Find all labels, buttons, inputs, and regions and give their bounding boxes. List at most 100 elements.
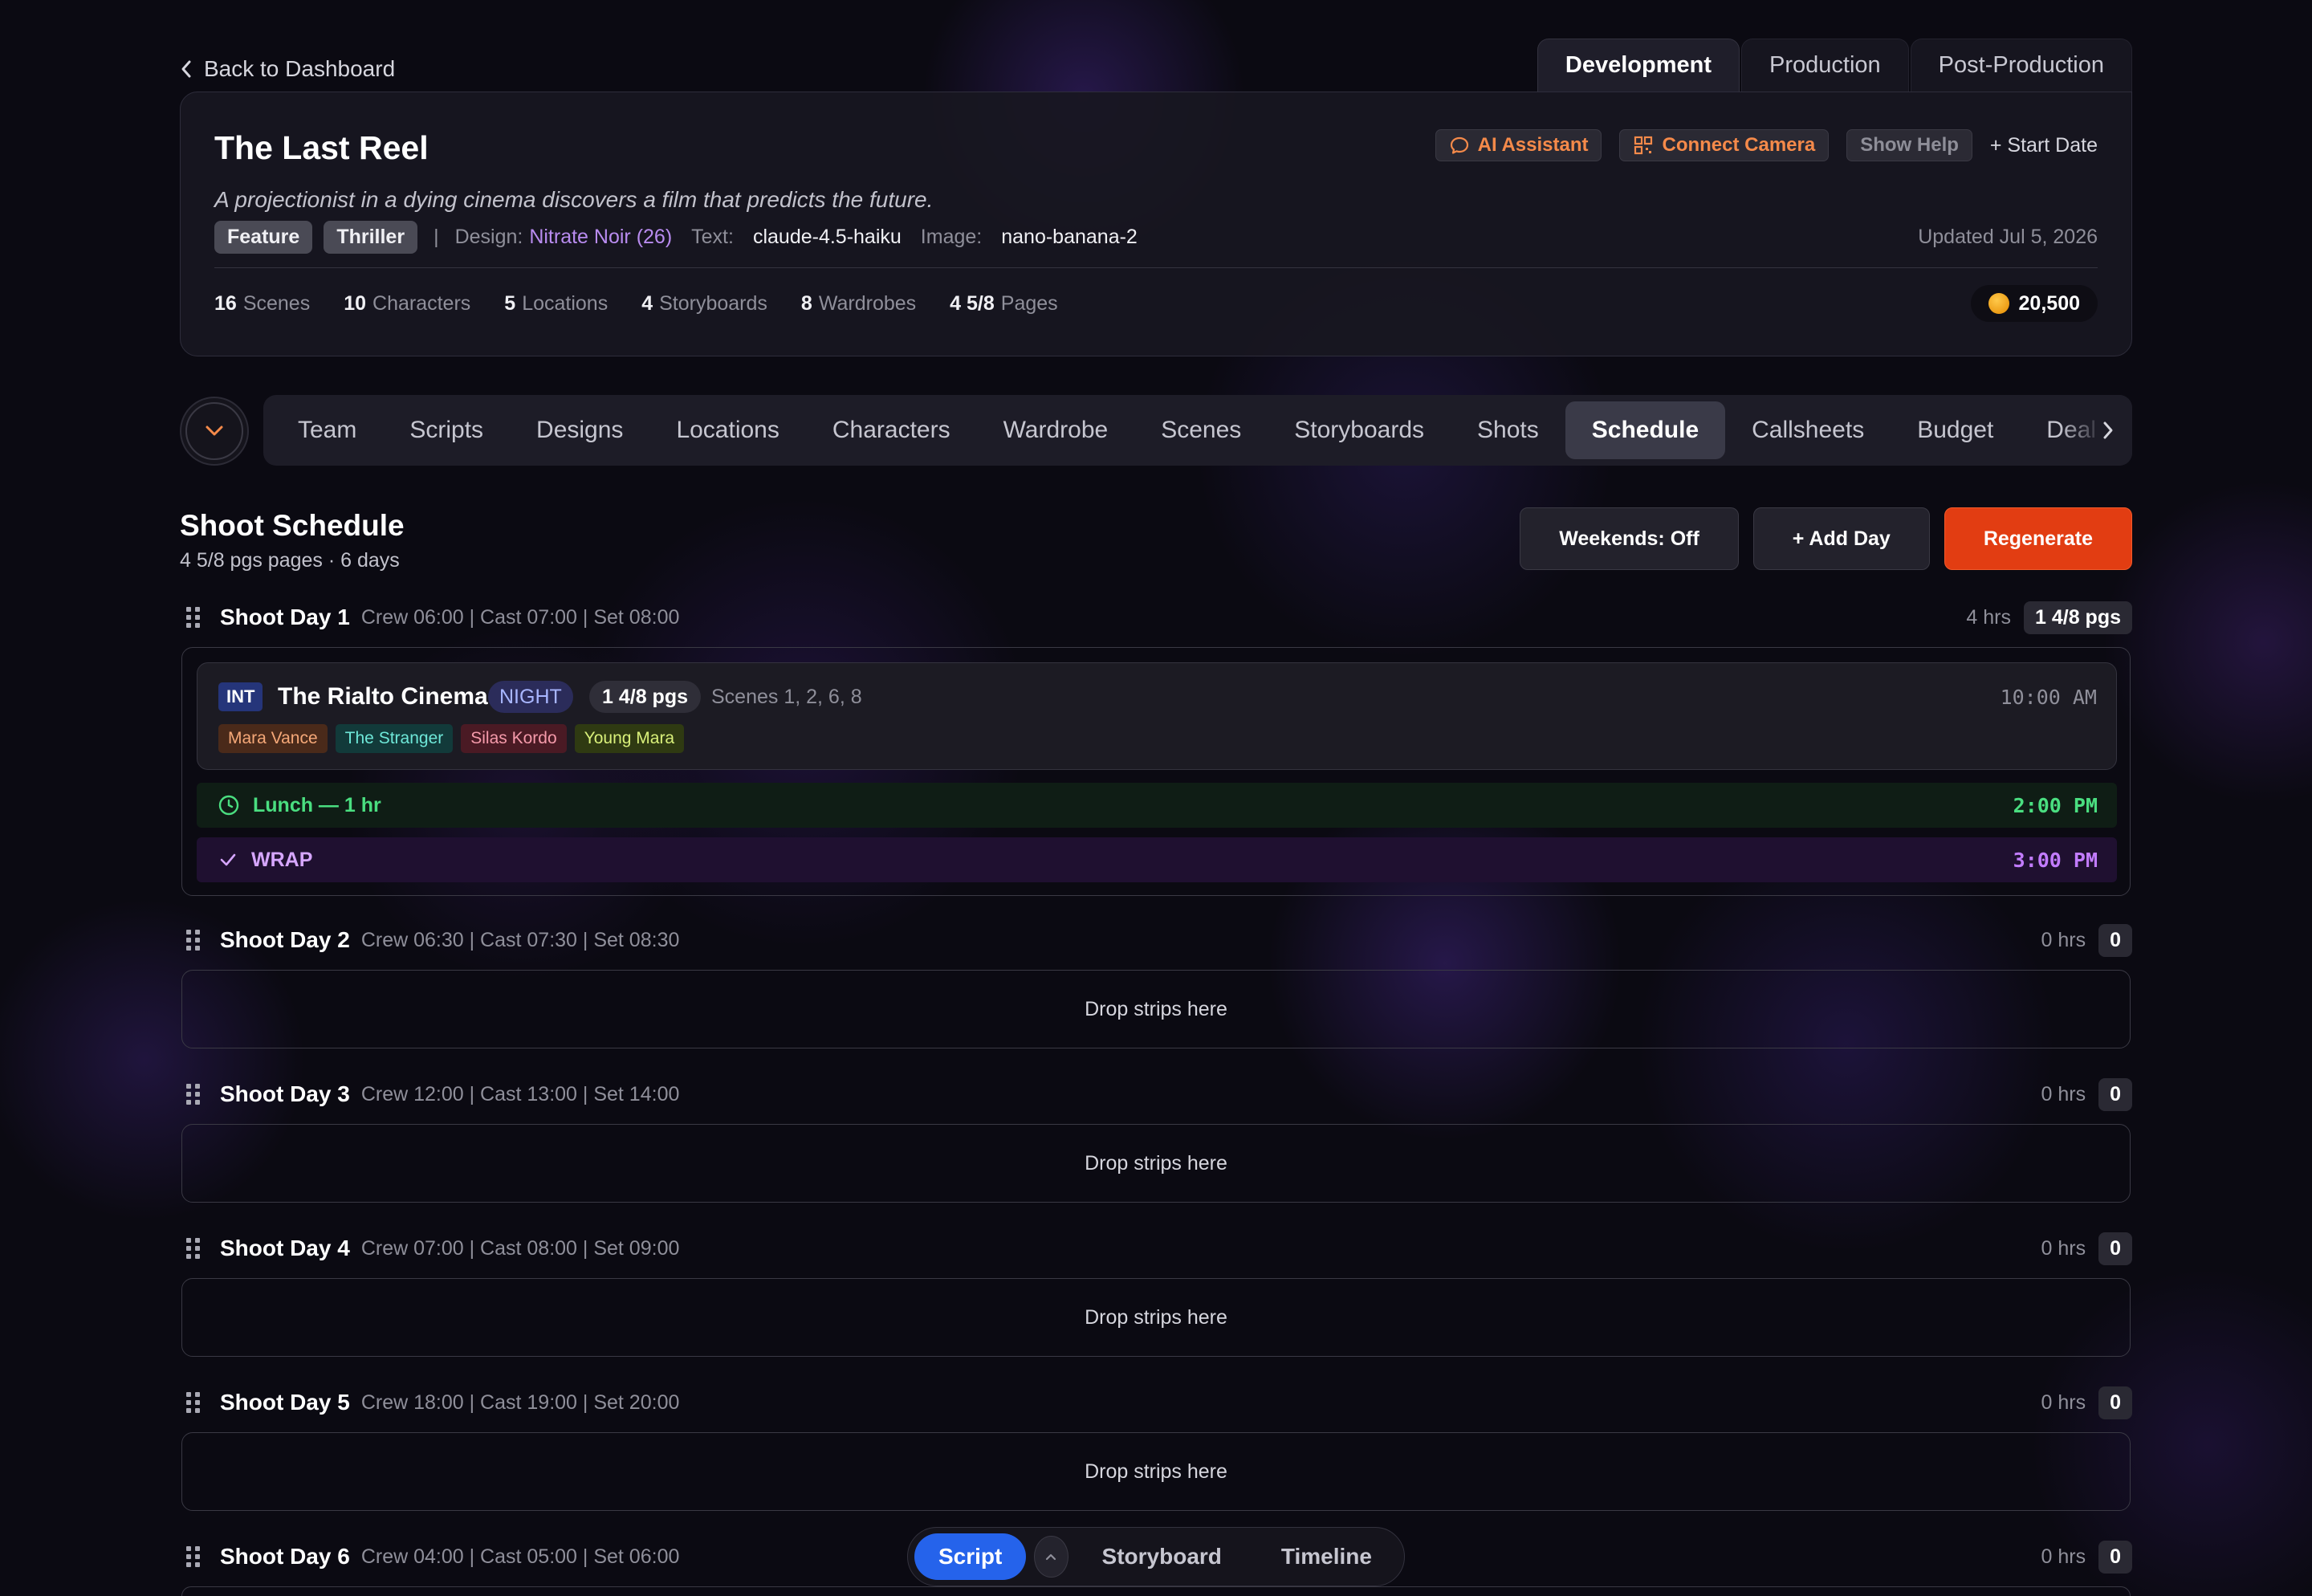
section-nav: Team Scripts Designs Locations Character…	[263, 395, 2132, 466]
regenerate-button[interactable]: Regenerate	[1944, 507, 2132, 570]
shoot-day-header: Shoot Day 3 Crew 12:00 | Cast 13:00 | Se…	[180, 1077, 2132, 1111]
day-call-times: Crew 12:00 | Cast 13:00 | Set 14:00	[360, 1082, 680, 1105]
lunch-break-row: Lunch — 1 hr 2:00 PM	[197, 783, 2117, 828]
stat-characters: 10 Characters	[344, 292, 470, 316]
shoot-day-header: Shoot Day 1 Crew 06:00 | Cast 07:00 | Se…	[180, 601, 2132, 634]
stat-label: Locations	[522, 291, 609, 315]
view-timeline-button[interactable]: Timeline	[1256, 1533, 1398, 1580]
shoot-day-dropzone[interactable]: Drop strips here	[181, 1278, 2131, 1357]
day-name: Shoot Day 1	[220, 605, 350, 629]
back-label: Back to Dashboard	[204, 56, 396, 81]
clock-icon	[218, 795, 239, 816]
shoot-day-dropzone[interactable]: Drop strips here	[181, 1432, 2131, 1511]
phase-tabs: Development Production Post-Production	[1537, 39, 2132, 92]
view-script-button[interactable]: Script	[914, 1533, 1027, 1580]
stat-value: 10	[344, 291, 367, 315]
expand-panel-button[interactable]	[1034, 1536, 1068, 1578]
tab-post-production[interactable]: Post-Production	[1910, 39, 2132, 92]
tab-production[interactable]: Production	[1741, 39, 1909, 92]
shoot-day-dropzone[interactable]: Drop strips here	[181, 970, 2131, 1048]
project-card: The Last Reel AI Assistant Connect Camer…	[180, 92, 2132, 356]
project-actions: AI Assistant Connect Camera Show Help + …	[1435, 129, 2098, 161]
nav-characters[interactable]: Characters	[806, 401, 977, 459]
day-pages-badge: 0	[2098, 1540, 2132, 1574]
credits-value: 20,500	[2018, 291, 2080, 315]
nav-team[interactable]: Team	[271, 401, 383, 459]
weekends-toggle-button[interactable]: Weekends: Off	[1520, 507, 1739, 570]
drag-handle-icon[interactable]	[186, 1392, 204, 1413]
wrap-time: 3:00 PM	[2013, 848, 2098, 872]
drag-handle-icon[interactable]	[186, 1084, 204, 1105]
schedule-title: Shoot Schedule	[180, 509, 405, 542]
nav-scroll-right[interactable]	[2060, 395, 2132, 466]
day-hours: 0 hrs	[2041, 1236, 2086, 1260]
stat-value: 8	[800, 291, 812, 315]
add-day-button[interactable]: + Add Day	[1752, 507, 1930, 570]
view-storyboard-button[interactable]: Storyboard	[1077, 1533, 1248, 1580]
schedule-subtitle: 4 5/8 pgs pages · 6 days	[180, 549, 400, 572]
nav-budget[interactable]: Budget	[1891, 401, 2020, 459]
chevron-up-icon	[1046, 1553, 1056, 1561]
nav-scenes[interactable]: Scenes	[1134, 401, 1268, 459]
stat-label: Characters	[372, 291, 471, 315]
lunch-time: 2:00 PM	[2013, 793, 2098, 817]
nav-storyboards[interactable]: Storyboards	[1268, 401, 1451, 459]
chevron-right-icon	[2103, 421, 2113, 439]
image-model-value: nano-banana-2	[1001, 225, 1138, 248]
bottom-view-switcher: Script Storyboard Timeline	[907, 1527, 1405, 1586]
day-totals: 0 hrs 0	[2041, 1386, 2132, 1419]
text-model-label: Text:	[691, 225, 734, 248]
design-label: Design:	[454, 225, 523, 248]
drag-handle-icon[interactable]	[186, 607, 204, 628]
drag-handle-icon[interactable]	[186, 930, 204, 951]
stat-locations: 5 Locations	[504, 292, 608, 316]
chevron-down-icon	[206, 425, 223, 436]
connect-camera-button[interactable]: Connect Camera	[1619, 129, 1830, 161]
day-name: Shoot Day 4	[220, 1236, 350, 1260]
ai-assistant-button[interactable]: AI Assistant	[1435, 129, 1602, 161]
day-call-times: Crew 04:00 | Cast 05:00 | Set 06:00	[360, 1545, 680, 1568]
shoot-day-dropzone[interactable]: INT The Rialto Cinema NIGHT 1 4/8 pgs Sc…	[181, 647, 2131, 896]
stat-label: Storyboards	[659, 291, 767, 315]
strip-characters: Mara Vance The Stranger Silas Kordo Youn…	[218, 724, 685, 753]
nav-designs[interactable]: Designs	[510, 401, 649, 459]
nav-wardrobe[interactable]: Wardrobe	[977, 401, 1135, 459]
nav-schedule[interactable]: Schedule	[1565, 401, 1726, 459]
nav-callsheets[interactable]: Callsheets	[1725, 401, 1891, 459]
collapse-nav-button[interactable]	[180, 397, 249, 466]
day-hours: 4 hrs	[1966, 605, 2011, 629]
nav-locations[interactable]: Locations	[649, 401, 805, 459]
character-chip: Silas Kordo	[461, 724, 567, 753]
drop-placeholder: Drop strips here	[1085, 1460, 1227, 1483]
day-totals: 0 hrs 0	[2041, 923, 2132, 957]
strip-time: 10:00 AM	[2000, 685, 2097, 709]
shoot-day-header: Shoot Day 4 Crew 07:00 | Cast 08:00 | Se…	[180, 1232, 2132, 1265]
character-chip: Young Mara	[574, 724, 685, 753]
show-help-button[interactable]: Show Help	[1846, 129, 1972, 161]
meta-separator: |	[434, 225, 439, 248]
drag-handle-icon[interactable]	[186, 1546, 204, 1567]
stat-value: 16	[214, 291, 237, 315]
nav-shots[interactable]: Shots	[1451, 401, 1565, 459]
shoot-day-dropzone[interactable]	[181, 1586, 2131, 1596]
shoot-day-dropzone[interactable]: Drop strips here	[181, 1124, 2131, 1203]
day-pages-badge: 0	[2098, 1386, 2132, 1419]
credits-badge[interactable]: 20,500	[1970, 285, 2098, 322]
scene-strip[interactable]: INT The Rialto Cinema NIGHT 1 4/8 pgs Sc…	[197, 662, 2117, 770]
day-call-times: Crew 06:30 | Cast 07:30 | Set 08:30	[360, 928, 680, 951]
tab-development[interactable]: Development	[1537, 39, 1740, 92]
stat-label: Scenes	[242, 291, 311, 315]
image-model-label: Image:	[920, 225, 983, 248]
project-stats: 16 Scenes 10 Characters 5 Locations 4 Storyb…	[214, 283, 1058, 324]
genre-tag: Thriller	[324, 220, 418, 254]
start-date-button[interactable]: + Start Date	[1990, 134, 2098, 157]
text-model-value: claude-4.5-haiku	[752, 225, 902, 248]
day-totals: 4 hrs 1 4/8 pgs	[1966, 601, 2132, 634]
design-value[interactable]: Nitrate Noir (26)	[529, 226, 672, 249]
nav-scripts[interactable]: Scripts	[383, 401, 510, 459]
back-to-dashboard-link[interactable]: Back to Dashboard	[180, 53, 395, 85]
drag-handle-icon[interactable]	[186, 1238, 204, 1259]
character-chip: The Stranger	[335, 724, 454, 753]
day-hours: 0 hrs	[2041, 1082, 2086, 1105]
day-hours: 0 hrs	[2041, 928, 2086, 951]
